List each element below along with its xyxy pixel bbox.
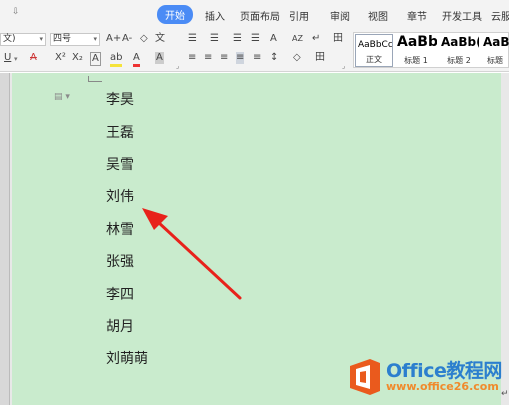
annotation-arrow (142, 208, 242, 300)
watermark: Office教程网 www.office26.com (342, 354, 502, 400)
arrow-shaft (156, 220, 242, 300)
watermark-url: www.office26.com (386, 380, 499, 393)
office-logo-icon (350, 359, 380, 395)
watermark-brand: Office教程网 (386, 360, 502, 382)
paragraph-end-mark: ↵ (501, 389, 509, 399)
